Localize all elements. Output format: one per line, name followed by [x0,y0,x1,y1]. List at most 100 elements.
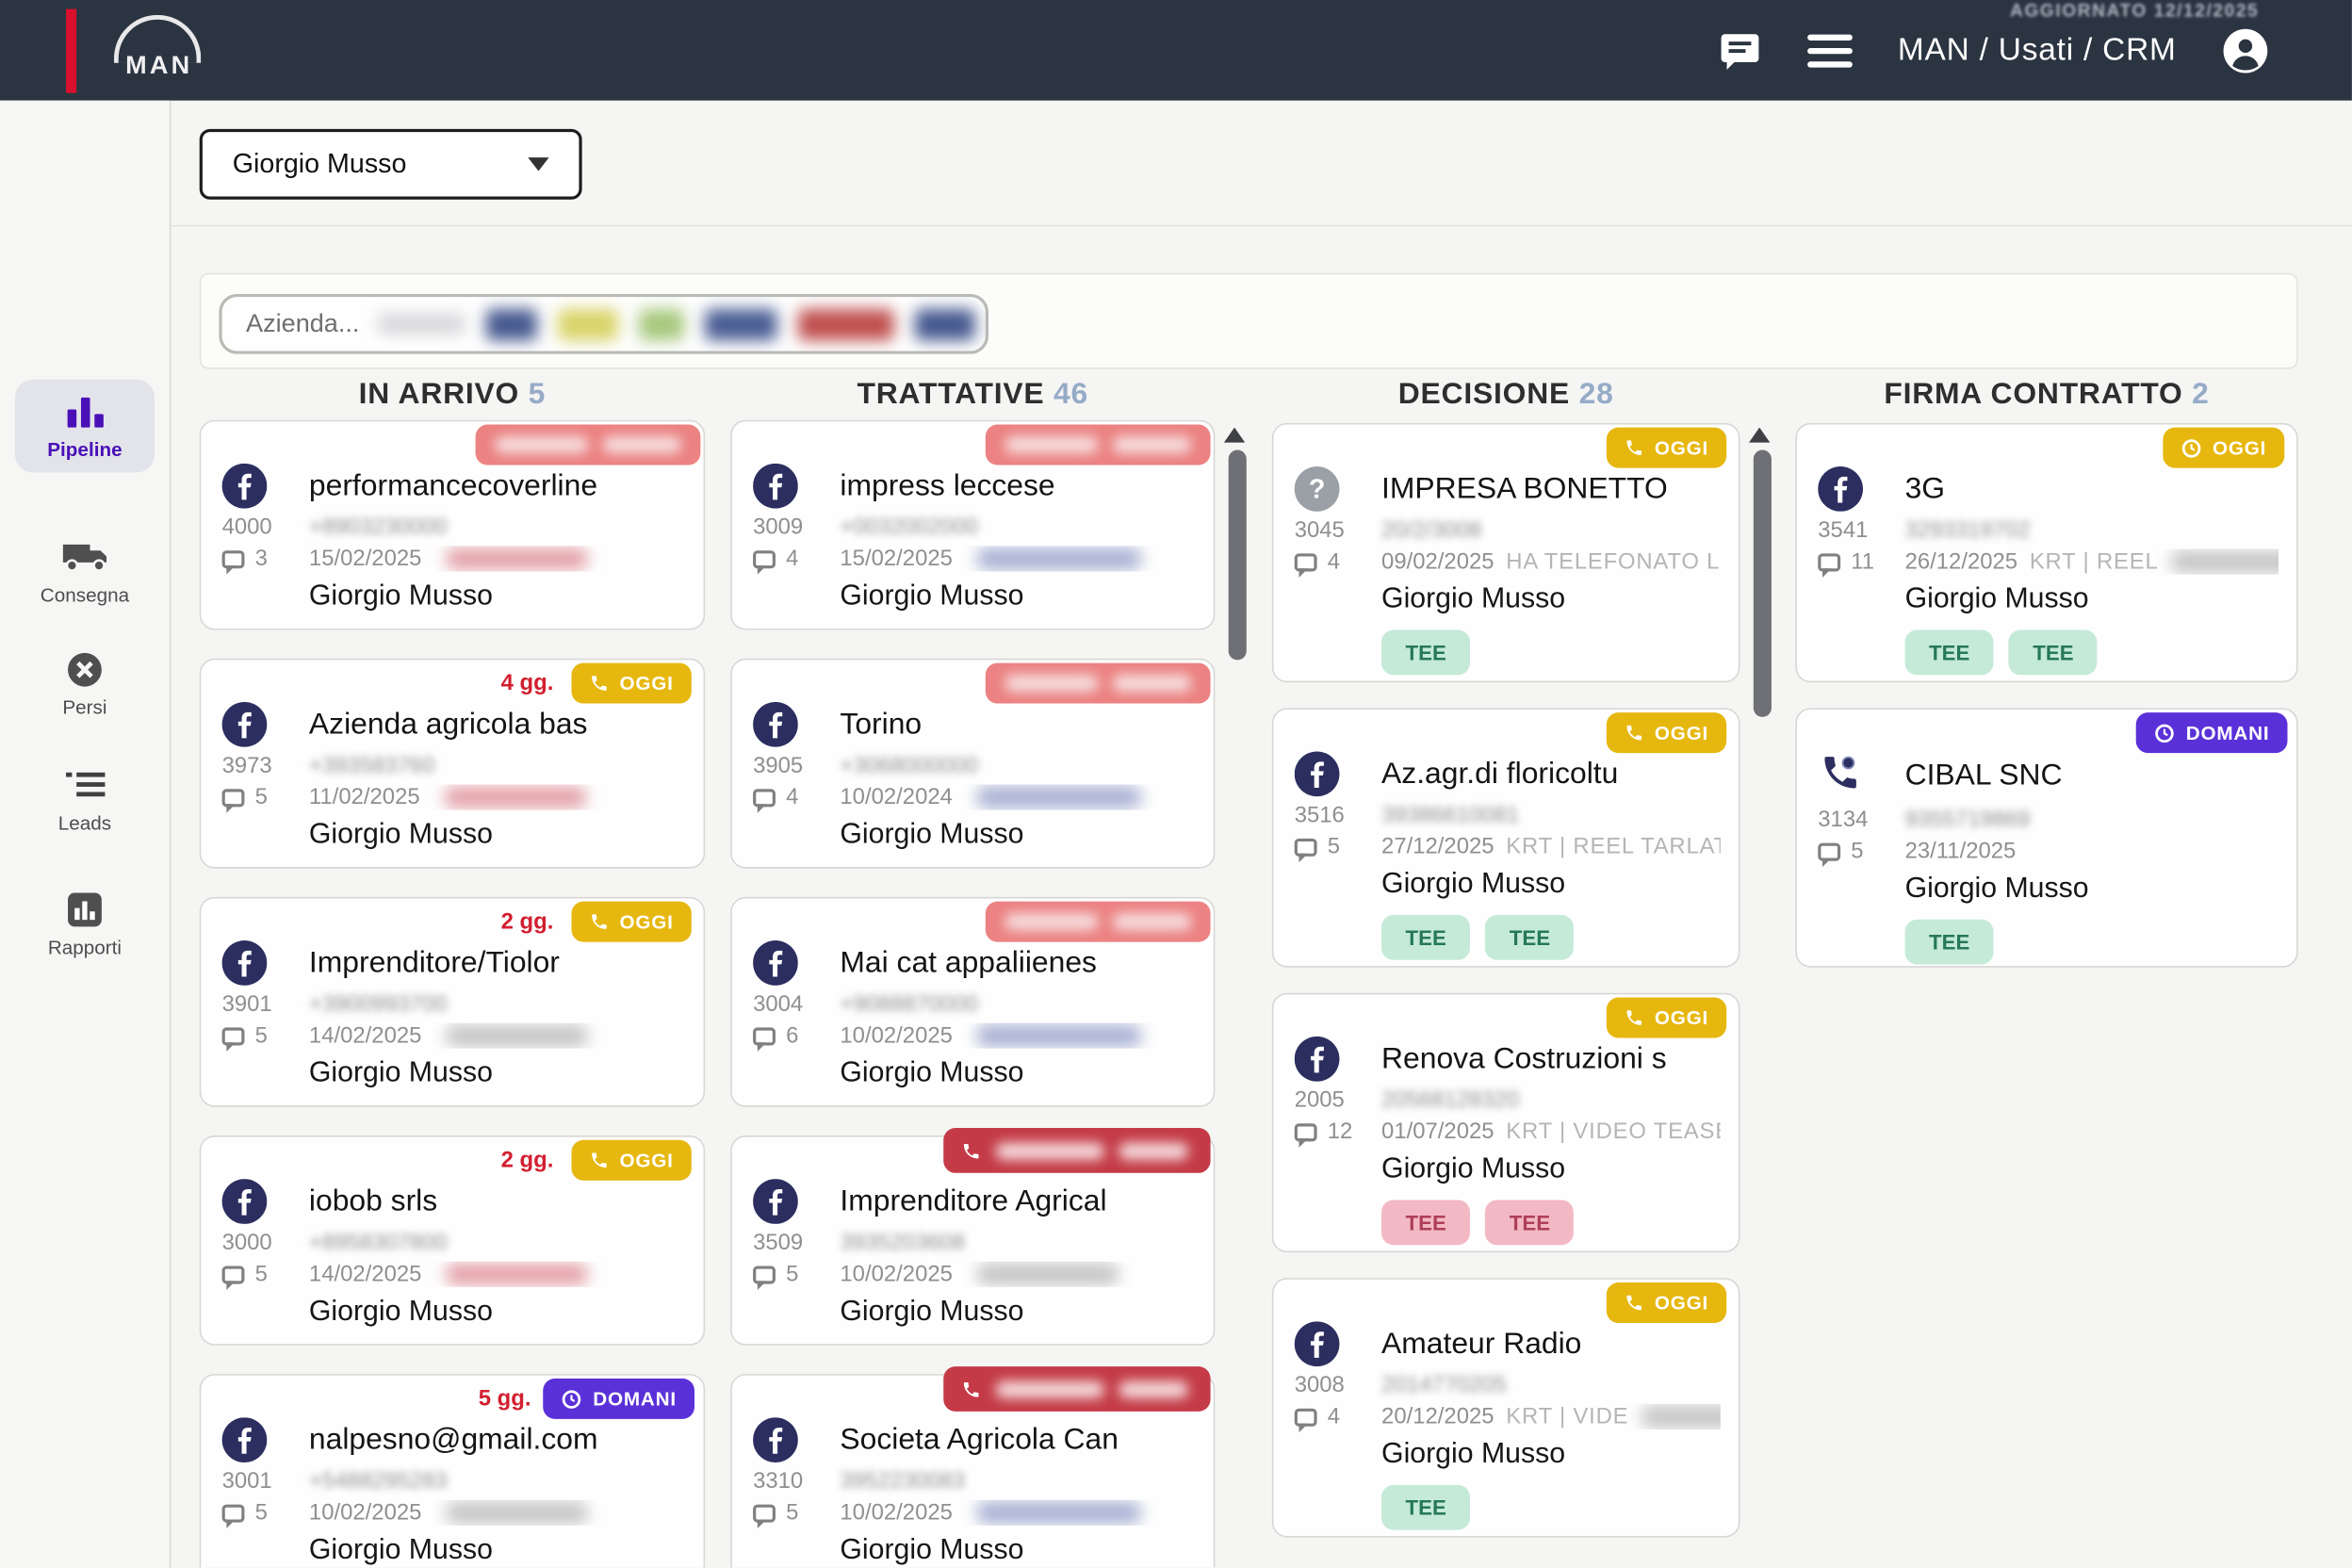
deal-card[interactable]: Societa Agricola Can 3310 3952230083 5 1… [730,1374,1215,1567]
oggi-badge: OGGI [1607,712,1726,753]
alert-badge [943,1366,1210,1412]
board-column-trattative: TRATTATIVE46 impress leccese 3009 +00320… [730,378,1215,1567]
chat-bubble-icon [753,1027,776,1045]
deal-date: 10/02/2024 [840,785,953,810]
deal-phone: +9088870000 [840,991,1195,1017]
deal-card[interactable]: 5 gg. nalpesno@gmail.com 3001 +548829528… [200,1374,705,1567]
deal-card[interactable]: 2 gg. Imprenditore/Tiolor 3901 +39009937… [200,897,705,1107]
chat-count: 4 [753,785,840,810]
deal-phone: 3293319702 [1905,517,2278,543]
deal-card[interactable]: Az.agr.di floricoltu 3516 39386610081 5 … [1272,708,1740,967]
deal-title: Amateur Radio [1381,1327,1721,1362]
redacted-note [976,1024,1141,1047]
deal-card[interactable]: CIBAL SNC 3134 9355719869 5 23/11/2025 G… [1795,708,2297,967]
chat-count-value: 5 [786,1500,798,1526]
redacted-note [976,1501,1141,1524]
deal-card[interactable]: Amateur Radio 3008 2014770205 4 20/12/20… [1272,1278,1740,1537]
tag-row: TEETEE [1381,915,1721,960]
deal-phone: 3952230083 [840,1468,1195,1494]
deal-phone: +5488295283 [309,1468,686,1494]
deal-note: KRT | VIDEO TEASE... [1506,1119,1721,1144]
redacted-note [444,786,586,808]
tag-badge: TEE [1905,920,1994,965]
deal-date: 14/02/2025 [309,1023,422,1049]
deal-id: 3134 [1818,807,1904,832]
deal-note: KRT | REEL [2030,549,2159,575]
chat-count-value: 5 [255,1262,268,1287]
scroll-up-icon[interactable] [1749,428,1770,443]
days-overdue-label: 4 gg. [501,671,554,696]
facebook-icon [753,1179,840,1224]
chat-count-value: 5 [1851,839,1863,864]
column-scrollbar[interactable] [1754,450,1772,717]
deal-card[interactable]: Torino 3905 +3068000000 4 10/02/2024 Gio… [730,659,1215,869]
chat-count-value: 5 [1328,834,1340,859]
days-overdue-label: 5 gg. [479,1386,531,1412]
facebook-icon [222,940,309,986]
facebook-icon [753,1417,840,1462]
deal-card[interactable]: 3G 3541 3293319702 11 26/12/2025KRT | RE… [1795,423,2297,682]
days-overdue-label: 2 gg. [501,1148,554,1173]
redacted-note [976,786,1141,808]
deal-phone: 20568128320 [1381,1087,1721,1113]
tag-row: TEETEE [1905,630,2278,676]
deal-date: 23/11/2025 [1905,839,2017,864]
column-scrollbar[interactable] [1229,450,1247,661]
domani-badge: DOMANI [544,1379,694,1419]
tag-badge: TEE [1381,1485,1470,1530]
chat-bubble-icon [1818,842,1840,860]
deal-card[interactable]: 2 gg. iobob srls 3000 +8958307800 5 14/0… [200,1135,705,1346]
chat-count: 5 [1295,834,1381,859]
deal-card[interactable]: ? IMPRESA BONETTO 3045 20/2/3008 4 09/02… [1272,423,1740,682]
facebook-icon [1818,466,1904,512]
column-count: 46 [1054,378,1088,411]
unknown-source-icon: ? [1295,466,1381,512]
deal-card[interactable]: impress leccese 3009 +0032002000 4 15/02… [730,420,1215,630]
chat-count-value: 4 [1328,549,1340,575]
deal-card[interactable]: performancecoverline 4000 +8903230000 3 … [200,420,705,630]
tag-badge: TEE [1381,630,1470,676]
chat-count-value: 4 [786,546,798,571]
deal-card[interactable]: 4 gg. Azienda agricola bas 3973 +3935837… [200,659,705,869]
column-title: TRATTATIVE [858,378,1045,411]
board-column-decisione: DECISIONE28 ? IMPRESA BONETTO 3045 20/2/… [1272,378,1740,1563]
chat-bubble-icon [753,1504,776,1522]
deal-owner: Giorgio Musso [1905,873,2278,906]
tag-row: TEE [1381,1485,1721,1530]
deal-owner: Giorgio Musso [309,1296,686,1329]
chat-count-value: 5 [255,785,268,810]
deal-owner: Giorgio Musso [1381,583,1721,616]
board-column-in-arrivo: IN ARRIVO5 performancecoverline 4000 +89… [200,378,705,1567]
deal-card[interactable]: Imprenditore Agrical 3509 3935203608 5 1… [730,1135,1215,1346]
oggi-badge: OGGI [1607,998,1726,1038]
tag-badge: TEE [1381,915,1470,960]
chat-count: 5 [753,1262,840,1287]
deal-owner: Giorgio Musso [1381,1439,1721,1472]
deal-owner: Giorgio Musso [1381,869,1721,902]
board-column-firma-contratto: FIRMA CONTRATTO2 3G 3541 3293319702 11 2… [1795,378,2297,993]
deal-owner: Giorgio Musso [840,1296,1195,1329]
deal-card[interactable]: Mai cat appaliienes 3004 +9088870000 6 1… [730,897,1215,1107]
deal-id: 2005 [1295,1087,1381,1113]
scroll-up-icon[interactable] [1224,428,1245,443]
deal-id: 3045 [1295,517,1381,543]
chat-count: 5 [222,785,309,810]
redacted-note [446,1501,588,1524]
oggi-badge: OGGI [572,902,692,942]
chat-count: 11 [1818,549,1904,575]
chat-count-value: 4 [786,785,798,810]
deal-id: 3901 [222,991,309,1017]
deal-title: Torino [840,708,1195,743]
deal-title: Imprenditore Agrical [840,1184,1195,1219]
deal-date: 10/02/2025 [840,1500,953,1526]
deal-title: nalpesno@gmail.com [309,1423,686,1458]
deal-phone: +8958307800 [309,1230,686,1255]
chat-count-value: 5 [255,1500,268,1526]
chat-count-value: 5 [255,1023,268,1049]
deal-id: 3009 [753,514,840,540]
deal-card[interactable]: Renova Costruzioni s 2005 20568128320 12… [1272,993,1740,1252]
column-title: DECISIONE [1398,378,1570,411]
deal-title: Azienda agricola bas [309,708,686,743]
chat-count: 6 [753,1023,840,1049]
deal-title: performancecoverline [309,468,686,503]
